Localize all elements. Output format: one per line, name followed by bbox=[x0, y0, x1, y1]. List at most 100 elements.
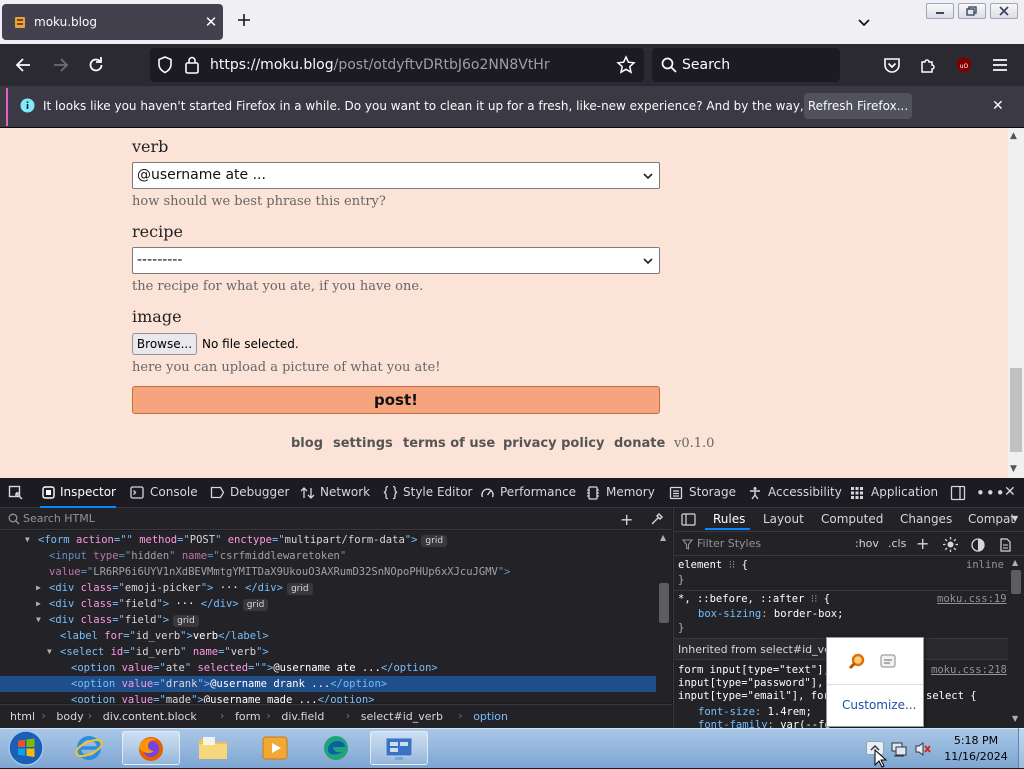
tab-performance[interactable]: Performance bbox=[478, 478, 576, 508]
scroll-down-arrow-icon[interactable]: ▼ bbox=[1010, 464, 1017, 474]
bookmark-star-icon[interactable] bbox=[616, 55, 636, 75]
reload-icon[interactable] bbox=[86, 55, 106, 75]
markup-node-row[interactable]: <option value="made">@username made ...<… bbox=[0, 692, 656, 703]
new-tab-icon[interactable] bbox=[236, 12, 252, 28]
markup-scrollbar-thumb[interactable] bbox=[659, 583, 669, 623]
universal-rule[interactable]: *, ::before, ::after ⁝⁝ { bbox=[678, 593, 830, 605]
font-size-declaration[interactable]: font-size: 1.4rem; bbox=[698, 706, 812, 718]
footer-link-blog[interactable]: blog bbox=[291, 436, 323, 451]
forward-arrow-icon[interactable] bbox=[50, 55, 70, 75]
add-node-plus-icon[interactable]: + bbox=[620, 510, 633, 529]
search-html-bar[interactable] bbox=[0, 508, 672, 530]
moku-css-19-link[interactable]: moku.css:19 bbox=[937, 593, 1007, 605]
tab-accessibility[interactable]: Accessibility bbox=[746, 478, 842, 508]
pocket-icon[interactable] bbox=[882, 55, 902, 75]
show-desktop-button[interactable] bbox=[1018, 728, 1024, 768]
markup-node-row[interactable]: ▼ <div class="field"> grid bbox=[0, 612, 656, 628]
grid-badge[interactable]: grid bbox=[286, 583, 313, 595]
taskbar-file-explorer[interactable] bbox=[184, 731, 242, 765]
grid-badge[interactable]: grid bbox=[421, 535, 448, 547]
footer-link-settings[interactable]: settings bbox=[333, 436, 393, 451]
element-picker-icon[interactable] bbox=[8, 485, 24, 501]
filter-styles-input[interactable]: Filter Styles bbox=[697, 537, 761, 550]
grid-badge[interactable]: grid bbox=[242, 599, 269, 611]
scroll-up-arrow-icon[interactable]: ▲ bbox=[1010, 131, 1017, 141]
tab-console[interactable]: Console bbox=[128, 478, 198, 508]
post-button[interactable]: post! bbox=[132, 386, 660, 414]
footer-link-donate[interactable]: donate bbox=[614, 436, 665, 451]
markup-node-row[interactable]: ▶ <div class="field"> ··· </div> grid bbox=[0, 596, 656, 612]
grid-badge[interactable]: grid bbox=[173, 615, 199, 627]
footer-link-terms[interactable]: terms of use bbox=[403, 436, 495, 451]
moku-css-218-link[interactable]: moku.css:218 bbox=[931, 664, 1007, 676]
recipe-select[interactable]: --------- bbox=[132, 247, 660, 274]
tab-layout[interactable]: Layout bbox=[763, 512, 804, 526]
markup-node-row[interactable]: ▼ <select id="id_verb" name="verb"> bbox=[0, 644, 656, 660]
ublock-origin-icon[interactable]: uO bbox=[954, 55, 974, 75]
tab-storage[interactable]: Storage bbox=[667, 478, 736, 508]
markup-node-row[interactable]: ▶ <div class="emoji-picker"> ··· </div> gr… bbox=[0, 580, 656, 596]
tab-style-editor[interactable]: Style Editor bbox=[381, 478, 472, 508]
search-placeholder[interactable]: Search bbox=[682, 57, 730, 73]
tab-inspector[interactable]: Inspector bbox=[40, 478, 116, 508]
taskbar-media-player[interactable] bbox=[246, 731, 304, 765]
form-rule-selector-1[interactable]: form input[type="text"], bbox=[678, 664, 830, 676]
tab-computed[interactable]: Computed bbox=[821, 512, 883, 526]
eyedropper-icon[interactable] bbox=[650, 512, 664, 526]
rules-scroll-down-icon[interactable]: ▼ bbox=[1012, 714, 1018, 723]
app-tray-icon[interactable] bbox=[879, 652, 897, 670]
tab-memory[interactable]: Memory bbox=[584, 478, 655, 508]
dock-side-icon[interactable] bbox=[950, 485, 966, 501]
expand-triangle-closed-icon[interactable]: ▶ bbox=[36, 580, 41, 596]
light-color-scheme-sun-icon[interactable] bbox=[943, 537, 958, 552]
verb-select[interactable]: @username ate ... bbox=[132, 162, 660, 189]
page-scrollbar-thumb[interactable] bbox=[1010, 368, 1022, 452]
close-tab-icon[interactable]: ✕ bbox=[199, 13, 223, 31]
markup-tree[interactable]: ▼ <form action="" method="POST" enctype="… bbox=[0, 531, 672, 703]
taskbar-clock[interactable]: 5:18 PM 11/16/2024 bbox=[936, 733, 1016, 765]
markup-node-row[interactable]: ▼ <form action="" method="POST" enctype="… bbox=[0, 532, 656, 548]
markup-node-row[interactable]: <input type="hidden" name="csrfmiddlewar… bbox=[0, 548, 656, 564]
more-options-icon[interactable]: ••• bbox=[976, 484, 1006, 502]
expand-triangle-open-icon[interactable]: ▼ bbox=[36, 612, 41, 628]
tab-moku-blog[interactable]: moku.blog ✕ bbox=[2, 4, 223, 40]
refresh-firefox-button[interactable]: Refresh Firefox... bbox=[804, 93, 912, 119]
start-button[interactable] bbox=[6, 729, 46, 767]
taskbar-edge[interactable] bbox=[308, 731, 366, 765]
back-arrow-icon[interactable] bbox=[14, 55, 34, 75]
markup-node-row[interactable]: <option value="ate" selected="">@usernam… bbox=[0, 660, 656, 676]
breadcrumb-item[interactable]: div.content.block bbox=[103, 710, 197, 723]
close-devtools-icon[interactable]: ✕ bbox=[1004, 484, 1016, 500]
search-tray-icon[interactable] bbox=[847, 652, 867, 672]
volume-muted-icon[interactable] bbox=[914, 740, 932, 758]
element-rule[interactable]: element ⁝⁝ { bbox=[678, 559, 748, 571]
taskbar-remote-desktop[interactable] bbox=[370, 731, 428, 765]
rules-scroll-up-icon[interactable]: ▲ bbox=[1012, 558, 1018, 567]
expand-triangle-open-icon[interactable]: ▼ bbox=[25, 532, 30, 548]
expand-triangle-closed-icon[interactable]: ▶ bbox=[36, 596, 41, 612]
markup-scrollbar[interactable]: ▲ bbox=[656, 531, 672, 703]
hov-button[interactable]: :hov bbox=[855, 537, 879, 550]
form-rule-selector-2[interactable]: input[type="password"], bbox=[678, 677, 823, 689]
markup-scroll-up-icon[interactable]: ▲ bbox=[660, 533, 666, 542]
form-rule-selector-3[interactable]: input[type="email"], form bbox=[678, 690, 836, 702]
taskbar-firefox[interactable] bbox=[122, 731, 180, 765]
rules-scrollbar-thumb[interactable] bbox=[1011, 570, 1021, 594]
more-tabs-chevron-icon[interactable]: ▼ bbox=[1012, 514, 1018, 523]
tab-debugger[interactable]: Debugger bbox=[208, 478, 289, 508]
tracking-protection-shield-icon[interactable] bbox=[156, 55, 174, 75]
tab-compat[interactable]: Compat bbox=[968, 512, 1015, 526]
footer-link-privacy[interactable]: privacy policy bbox=[503, 436, 604, 451]
tab-network[interactable]: Network bbox=[298, 478, 370, 508]
network-tray-icon[interactable] bbox=[890, 740, 908, 758]
hamburger-menu-icon[interactable] bbox=[990, 55, 1010, 75]
markup-node-row[interactable]: value="LR6RP6i6UYV1nXdBEVMmtgYMITDaX9Uko… bbox=[0, 564, 656, 580]
customize-link[interactable]: Customize... bbox=[842, 698, 916, 712]
font-family-declaration[interactable]: font-family: var(--fo bbox=[698, 719, 831, 728]
dark-color-scheme-icon[interactable] bbox=[971, 538, 985, 552]
list-all-tabs-chevron-icon[interactable] bbox=[856, 14, 872, 30]
tab-changes[interactable]: Changes bbox=[900, 512, 952, 526]
taskbar-internet-explorer[interactable] bbox=[60, 731, 118, 765]
breadcrumb-item[interactable]: div.field bbox=[281, 710, 324, 723]
breadcrumb-item[interactable]: option bbox=[473, 710, 508, 723]
